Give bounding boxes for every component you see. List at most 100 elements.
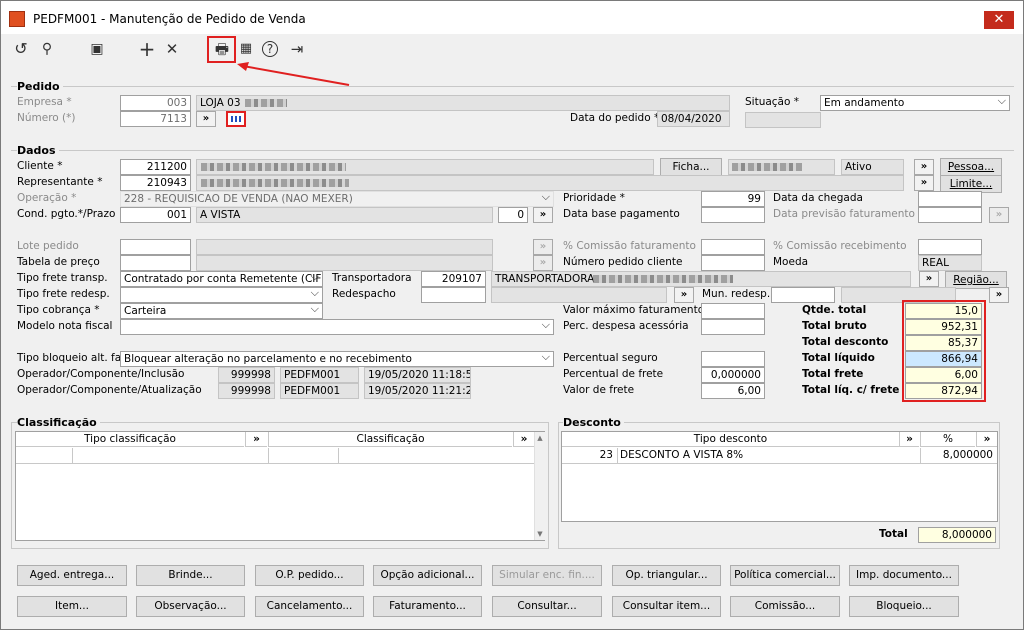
desconto-row[interactable]: 23 DESCONTO A VISTA 8% 8,000000 <box>562 448 997 464</box>
tipo-bloqueio-select[interactable]: Bloquear alteração no parcelamento e no … <box>120 351 554 367</box>
tabela-more-button[interactable]: » <box>533 255 553 271</box>
representante-code-field[interactable]: 210943 <box>120 175 191 191</box>
ficha-button[interactable]: Ficha... <box>660 158 722 176</box>
redespacho-more-button[interactable]: » <box>674 287 694 303</box>
valor-frete-field[interactable]: 6,00 <box>701 383 765 399</box>
politica-comercial-button[interactable]: Política comercial... <box>730 565 840 586</box>
classificacao-row[interactable] <box>16 448 534 464</box>
brinde-button[interactable]: Brinde... <box>136 565 245 586</box>
perc-frete-field[interactable]: 0,000000 <box>701 367 765 383</box>
delete-icon[interactable]: ✕ <box>162 38 182 60</box>
ativo-field: Ativo <box>841 159 904 175</box>
transportadora-more-button[interactable]: » <box>919 271 939 287</box>
col-tipo-classificacao-more[interactable]: » <box>245 432 267 447</box>
undo-icon[interactable]: ↺ <box>11 38 31 60</box>
totals-highlight <box>902 300 986 402</box>
perc-despesa-label: Perc. despesa acessória <box>563 320 689 332</box>
search-icon[interactable]: ⚲ <box>37 38 57 60</box>
numero-more-button[interactable]: » <box>196 111 216 127</box>
transportadora-label: Transportadora <box>332 272 412 284</box>
col-percent-more[interactable]: » <box>976 432 997 447</box>
operacao-select[interactable]: 228 - REQUISICAO DE VENDA (NAO MEXER) <box>120 191 554 207</box>
tipo-frete-redesp-select[interactable] <box>120 287 323 303</box>
empresa-label: Empresa * <box>17 96 72 108</box>
data-previsao-field[interactable] <box>918 207 982 223</box>
prioridade-field[interactable]: 99 <box>701 191 765 207</box>
mun-redesp-more-button[interactable]: » <box>989 287 1009 303</box>
data-previsao-more-button[interactable]: » <box>989 207 1009 223</box>
add-icon[interactable]: + <box>137 38 157 60</box>
redespacho-field[interactable] <box>421 287 486 303</box>
op-inclusao-label: Operador/Componente/Inclusão <box>17 368 185 380</box>
data-base-field[interactable] <box>701 207 765 223</box>
observacao-button[interactable]: Observação... <box>136 596 245 617</box>
pessoa-button[interactable]: Pessoa... <box>940 158 1002 176</box>
desconto-pct: 8,000000 <box>942 449 993 461</box>
op-atual-code: 999998 <box>218 383 275 399</box>
imp-documento-button[interactable]: Imp. documento... <box>849 565 959 586</box>
consultar-item-button[interactable]: Consultar item... <box>612 596 721 617</box>
col-classificacao-more[interactable]: » <box>513 432 534 447</box>
lote-field[interactable] <box>120 239 191 255</box>
valor-max-field[interactable] <box>701 303 765 319</box>
tipo-cobranca-select[interactable]: Carteira <box>120 303 323 319</box>
bloqueio-button[interactable]: Bloqueio... <box>849 596 959 617</box>
help-icon[interactable]: ? <box>262 41 278 57</box>
classificacao-scrollbar[interactable]: ▲ ▼ <box>534 432 545 540</box>
cliente-label: Cliente * <box>17 160 63 172</box>
aged-entrega-button[interactable]: Aged. entrega... <box>17 565 127 586</box>
op-pedido-button[interactable]: O.P. pedido... <box>255 565 364 586</box>
mun-redesp-field[interactable] <box>771 287 835 303</box>
comissao-rec-field[interactable] <box>918 239 982 255</box>
col-tipo-classificacao[interactable]: Tipo classificação <box>16 432 244 447</box>
section-pedido: Pedido <box>17 80 63 93</box>
prioridade-label: Prioridade * <box>563 192 625 204</box>
representante-more-button[interactable]: » <box>914 175 934 191</box>
desconto-grid[interactable]: Tipo desconto » % » 23 DESCONTO A VISTA … <box>561 431 998 522</box>
faturamento-button[interactable]: Faturamento... <box>373 596 482 617</box>
total-desconto-label: Total desconto <box>802 336 889 348</box>
cliente-code-field[interactable]: 211200 <box>120 159 191 175</box>
cliente-more-button[interactable]: » <box>914 159 934 175</box>
lote-more-button[interactable]: » <box>533 239 553 255</box>
tabela-field[interactable] <box>120 255 191 271</box>
op-triangular-button[interactable]: Op. triangular... <box>612 565 721 586</box>
close-window-button[interactable]: ✕ <box>984 11 1014 29</box>
data-pedido-field[interactable]: 08/04/2020 <box>657 111 730 127</box>
modelo-nf-select[interactable] <box>120 319 554 335</box>
num-cliente-field[interactable] <box>701 255 765 271</box>
comissao-fat-field[interactable] <box>701 239 765 255</box>
cancelamento-button[interactable]: Cancelamento... <box>255 596 364 617</box>
col-percent[interactable]: % <box>920 432 975 447</box>
numero-field[interactable]: 7113 <box>120 111 191 127</box>
perc-seguro-field[interactable] <box>701 351 765 367</box>
cond-more-button[interactable]: » <box>533 207 553 223</box>
data-pedido-label: Data do pedido * <box>570 112 660 124</box>
save-icon[interactable]: ▣ <box>87 38 107 60</box>
transportadora-code-field[interactable]: 209107 <box>421 271 486 287</box>
data-chegada-field[interactable] <box>918 191 982 207</box>
item-button[interactable]: Item... <box>17 596 127 617</box>
empresa-code-field[interactable]: 003 <box>120 95 191 111</box>
simular-enc-fin-button[interactable]: Simular enc. fin.... <box>492 565 602 586</box>
calendar-small-icon[interactable] <box>226 111 246 127</box>
cond-prazo-field[interactable]: 0 <box>498 207 528 223</box>
tabela-name-field <box>196 255 493 271</box>
situacao-select[interactable]: Em andamento <box>820 95 1010 111</box>
opcao-adicional-button[interactable]: Opção adicional... <box>373 565 482 586</box>
col-classificacao[interactable]: Classificação <box>268 432 512 447</box>
classificacao-grid[interactable]: Tipo classificação » Classificação » ▲ ▼ <box>15 431 545 541</box>
tipo-frete-select[interactable]: Contratado por conta Remetente (CIF) <box>120 271 323 287</box>
redespacho-name-field <box>491 287 667 303</box>
redacted-text <box>593 275 733 283</box>
col-tipo-desconto-more[interactable]: » <box>899 432 919 447</box>
op-atual-date: 19/05/2020 11:21:23 <box>364 383 471 399</box>
col-tipo-desconto[interactable]: Tipo desconto <box>562 432 899 447</box>
comissao-button[interactable]: Comissão... <box>730 596 840 617</box>
op-inclusao-code: 999998 <box>218 367 275 383</box>
perc-despesa-field[interactable] <box>701 319 765 335</box>
cond-pgto-code-field[interactable]: 001 <box>120 207 191 223</box>
lote-label: Lote pedido <box>17 240 79 252</box>
redacted-text <box>245 99 287 107</box>
consultar-button[interactable]: Consultar... <box>492 596 602 617</box>
